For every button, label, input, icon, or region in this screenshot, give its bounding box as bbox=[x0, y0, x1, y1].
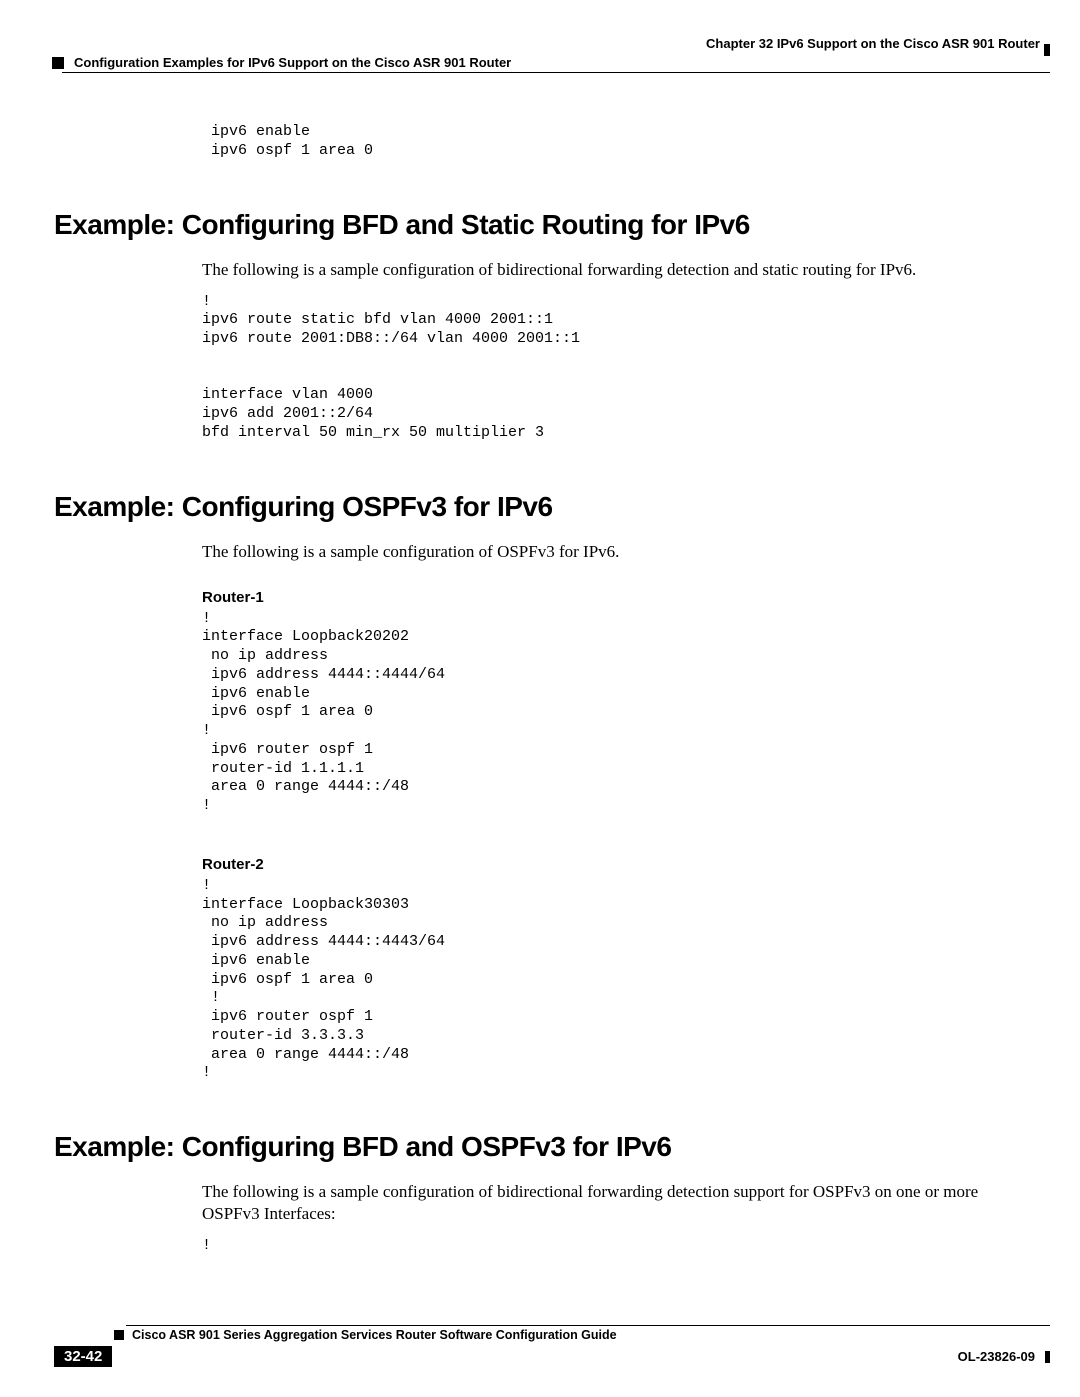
footer-rule bbox=[126, 1325, 1050, 1326]
page-footer: Cisco ASR 901 Series Aggregation Service… bbox=[0, 1325, 1080, 1367]
document-id: OL-23826-09 bbox=[958, 1349, 1035, 1364]
footer-marker-icon bbox=[114, 1330, 124, 1340]
header-rule bbox=[62, 72, 1050, 73]
code-bfd-ospfv3: ! bbox=[202, 1237, 1080, 1256]
code-router-2: ! interface Loopback30303 no ip address … bbox=[202, 877, 1080, 1083]
section-header-row: Configuration Examples for IPv6 Support … bbox=[0, 55, 1080, 70]
page-number-badge: 32-42 bbox=[54, 1346, 112, 1367]
header-right-marker bbox=[1044, 44, 1050, 56]
section-marker-icon bbox=[52, 57, 64, 69]
footer-guide-title: Cisco ASR 901 Series Aggregation Service… bbox=[132, 1328, 617, 1342]
label-router-1: Router-1 bbox=[202, 589, 1080, 606]
label-router-2: Router-2 bbox=[202, 856, 1080, 873]
intro-bfd-static: The following is a sample configuration … bbox=[202, 259, 1040, 281]
footer-title-row: Cisco ASR 901 Series Aggregation Service… bbox=[0, 1328, 1080, 1342]
intro-bfd-ospfv3: The following is a sample configuration … bbox=[202, 1181, 1040, 1225]
running-header: Chapter 32 IPv6 Support on the Cisco ASR… bbox=[0, 36, 1080, 51]
intro-ospfv3: The following is a sample configuration … bbox=[202, 541, 1040, 563]
footer-bottom-row: 32-42 OL-23826-09 bbox=[0, 1346, 1080, 1367]
section-header-label: Configuration Examples for IPv6 Support … bbox=[74, 55, 511, 70]
heading-ospfv3: Example: Configuring OSPFv3 for IPv6 bbox=[54, 491, 1080, 523]
heading-bfd-ospfv3: Example: Configuring BFD and OSPFv3 for … bbox=[54, 1131, 1080, 1163]
code-bfd-static: ! ipv6 route static bfd vlan 4000 2001::… bbox=[202, 293, 1080, 443]
doc-id-bar-icon bbox=[1045, 1351, 1050, 1363]
heading-bfd-static: Example: Configuring BFD and Static Rout… bbox=[54, 209, 1080, 241]
code-snippet-top: ipv6 enable ipv6 ospf 1 area 0 bbox=[202, 123, 1080, 161]
code-router-1: ! interface Loopback20202 no ip address … bbox=[202, 610, 1080, 816]
document-page: Chapter 32 IPv6 Support on the Cisco ASR… bbox=[0, 0, 1080, 1397]
